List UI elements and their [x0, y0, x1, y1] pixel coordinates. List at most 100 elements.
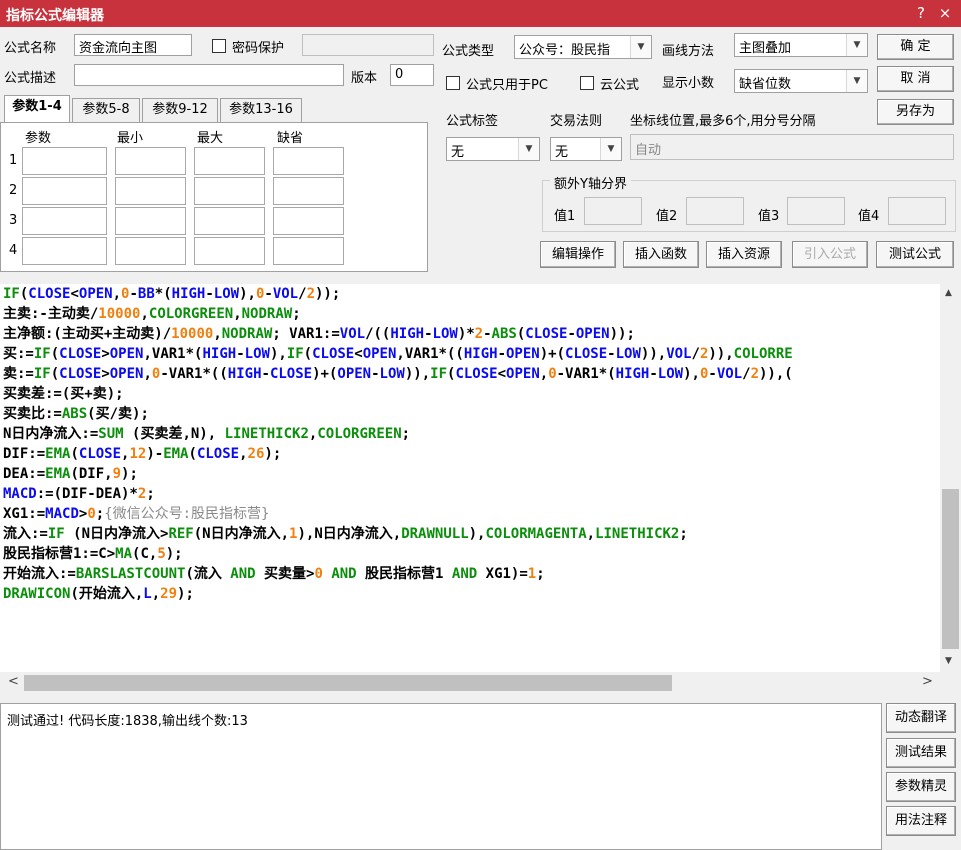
y-value-4-input[interactable] [888, 197, 946, 225]
code-line: 主净额:(主动买+主动卖)/10000,NODRAW; VAR1:=VOL/((… [3, 326, 635, 342]
version-input[interactable]: 0 [390, 64, 434, 86]
param-header-min: 最小 [117, 131, 144, 146]
vertical-scrollbar[interactable]: ▲ ▼ [940, 284, 961, 672]
decimals-select[interactable]: 缺省位数 ▼ [734, 69, 868, 93]
dynamic-translate-button[interactable]: 动态翻译 [886, 703, 956, 733]
tag-value: 无 [451, 145, 465, 160]
import-formula-button[interactable]: 引入公式 [792, 241, 868, 268]
coord-input[interactable]: 自动 [630, 134, 954, 160]
password-label: 密码保护 [232, 41, 285, 56]
status-text: 测试通过! 代码长度:1838,输出线个数:13 [7, 714, 248, 729]
formula-name-input[interactable]: 资金流向主图 [74, 34, 192, 56]
title-bar: 指标公式编辑器 ? × [0, 0, 961, 27]
draw-method-value: 主图叠加 [739, 41, 792, 56]
y-value-1-input[interactable] [584, 197, 642, 225]
coord-label: 坐标线位置,最多6个,用分号分隔 [630, 114, 816, 129]
y-value-3-label: 值3 [758, 209, 780, 224]
formula-type-value: 公众号：股民指 [519, 43, 611, 58]
param-4-min[interactable] [115, 237, 186, 265]
code-line: DEA:=EMA(DIF,9); [3, 466, 138, 482]
pc-only-label: 公式只用于PC [466, 78, 548, 93]
horizontal-scroll-thumb[interactable] [24, 675, 672, 691]
code-line: DIF:=EMA(CLOSE,12)-EMA(CLOSE,26); [3, 446, 282, 462]
param-2-name[interactable] [22, 177, 107, 205]
param-1-max[interactable] [194, 147, 265, 175]
y-value-2-input[interactable] [686, 197, 744, 225]
trade-rule-select[interactable]: 无 ▼ [550, 137, 622, 161]
code-line: 买卖比:=ABS(买/卖); [3, 406, 149, 422]
y-value-3-input[interactable] [787, 197, 845, 225]
param-4-max[interactable] [194, 237, 265, 265]
tab-params-9-12[interactable]: 参数9-12 [142, 98, 218, 122]
password-checkbox[interactable] [212, 39, 226, 53]
param-row-num: 2 [9, 183, 18, 198]
cancel-button[interactable]: 取 消 [877, 66, 954, 92]
param-3-max[interactable] [194, 207, 265, 235]
test-result-button[interactable]: 测试结果 [886, 738, 956, 768]
tab-params-13-16[interactable]: 参数13-16 [220, 98, 302, 122]
test-formula-button[interactable]: 测试公式 [876, 241, 954, 268]
param-4-name[interactable] [22, 237, 107, 265]
scroll-up-icon[interactable]: ▲ [945, 288, 952, 298]
cloud-label: 云公式 [600, 78, 640, 93]
usage-notes-button[interactable]: 用法注释 [886, 806, 956, 836]
insert-resource-button[interactable]: 插入资源 [706, 241, 782, 268]
scroll-right-icon[interactable]: > [922, 674, 933, 689]
decimals-value: 缺省位数 [739, 77, 792, 92]
extra-y-label: 额外Y轴分界 [550, 173, 631, 192]
code-line: 主卖:-主动卖/10000,COLORGREEN,NODRAW; [3, 306, 301, 322]
save-as-button[interactable]: 另存为 [877, 99, 954, 125]
formula-type-label: 公式类型 [442, 44, 495, 59]
param-2-default[interactable] [273, 177, 344, 205]
param-row-num: 1 [9, 153, 18, 168]
chevron-down-icon: ▼ [846, 70, 867, 92]
param-1-default[interactable] [273, 147, 344, 175]
param-1-min[interactable] [115, 147, 186, 175]
code-line: N日内净流入:=SUM (买卖差,N), LINETHICK2,COLORGRE… [3, 426, 411, 442]
vertical-scroll-thumb[interactable] [942, 489, 959, 649]
pc-only-checkbox[interactable] [446, 76, 460, 90]
code-line: XG1:=MACD>0;{微信公众号:股民指标营} [3, 506, 270, 522]
param-2-min[interactable] [115, 177, 186, 205]
param-panel: 参数 最小 最大 缺省 1 2 3 4 [0, 122, 428, 272]
edit-ops-button[interactable]: 编辑操作 [540, 241, 616, 268]
param-3-min[interactable] [115, 207, 186, 235]
scroll-down-icon[interactable]: ▼ [945, 656, 952, 666]
code-editor[interactable]: IF(CLOSE<OPEN,0-BB*(HIGH-LOW),0-VOL/2));… [0, 284, 940, 672]
tag-label: 公式标签 [446, 114, 499, 129]
param-row-num: 3 [9, 213, 18, 228]
param-3-name[interactable] [22, 207, 107, 235]
draw-method-select[interactable]: 主图叠加 ▼ [734, 33, 868, 57]
code-line: MACD:=(DIF-DEA)*2; [3, 486, 155, 502]
trade-rule-value: 无 [555, 145, 569, 160]
version-label: 版本 [351, 71, 378, 86]
code-line: 股民指标营1:=C>MA(C,5); [3, 546, 183, 562]
param-4-default[interactable] [273, 237, 344, 265]
code-line: 流入:=IF (N日内净流入>REF(N日内净流入,1),N日内净流入,DRAW… [3, 526, 688, 542]
ok-button[interactable]: 确 定 [877, 34, 954, 60]
cloud-checkbox[interactable] [580, 76, 594, 90]
horizontal-scrollbar[interactable]: < > [0, 672, 940, 694]
help-button[interactable]: ? [910, 3, 932, 23]
window-title: 指标公式编辑器 [6, 8, 104, 24]
scroll-left-icon[interactable]: < [8, 674, 19, 689]
code-line: DRAWICON(开始流入,L,29); [3, 586, 194, 602]
param-1-name[interactable] [22, 147, 107, 175]
formula-name-label: 公式名称 [4, 41, 57, 56]
code-line: 卖:=IF(CLOSE>OPEN,0-VAR1*((HIGH-CLOSE)+(O… [3, 366, 793, 382]
param-2-max[interactable] [194, 177, 265, 205]
insert-function-button[interactable]: 插入函数 [623, 241, 699, 268]
param-3-default[interactable] [273, 207, 344, 235]
tab-params-1-4[interactable]: 参数1-4 [4, 95, 70, 123]
tab-params-5-8[interactable]: 参数5-8 [72, 98, 140, 122]
formula-type-select[interactable]: 公众号：股民指 ▼ [514, 35, 652, 59]
param-wizard-button[interactable]: 参数精灵 [886, 772, 956, 802]
tag-select[interactable]: 无 ▼ [446, 137, 540, 161]
param-header-default: 缺省 [277, 131, 304, 146]
close-button[interactable]: × [934, 3, 956, 23]
password-input[interactable] [302, 34, 434, 56]
param-row-num: 4 [9, 243, 18, 258]
param-header-name: 参数 [25, 131, 52, 146]
formula-desc-input[interactable] [74, 64, 344, 86]
y-value-2-label: 值2 [656, 209, 678, 224]
